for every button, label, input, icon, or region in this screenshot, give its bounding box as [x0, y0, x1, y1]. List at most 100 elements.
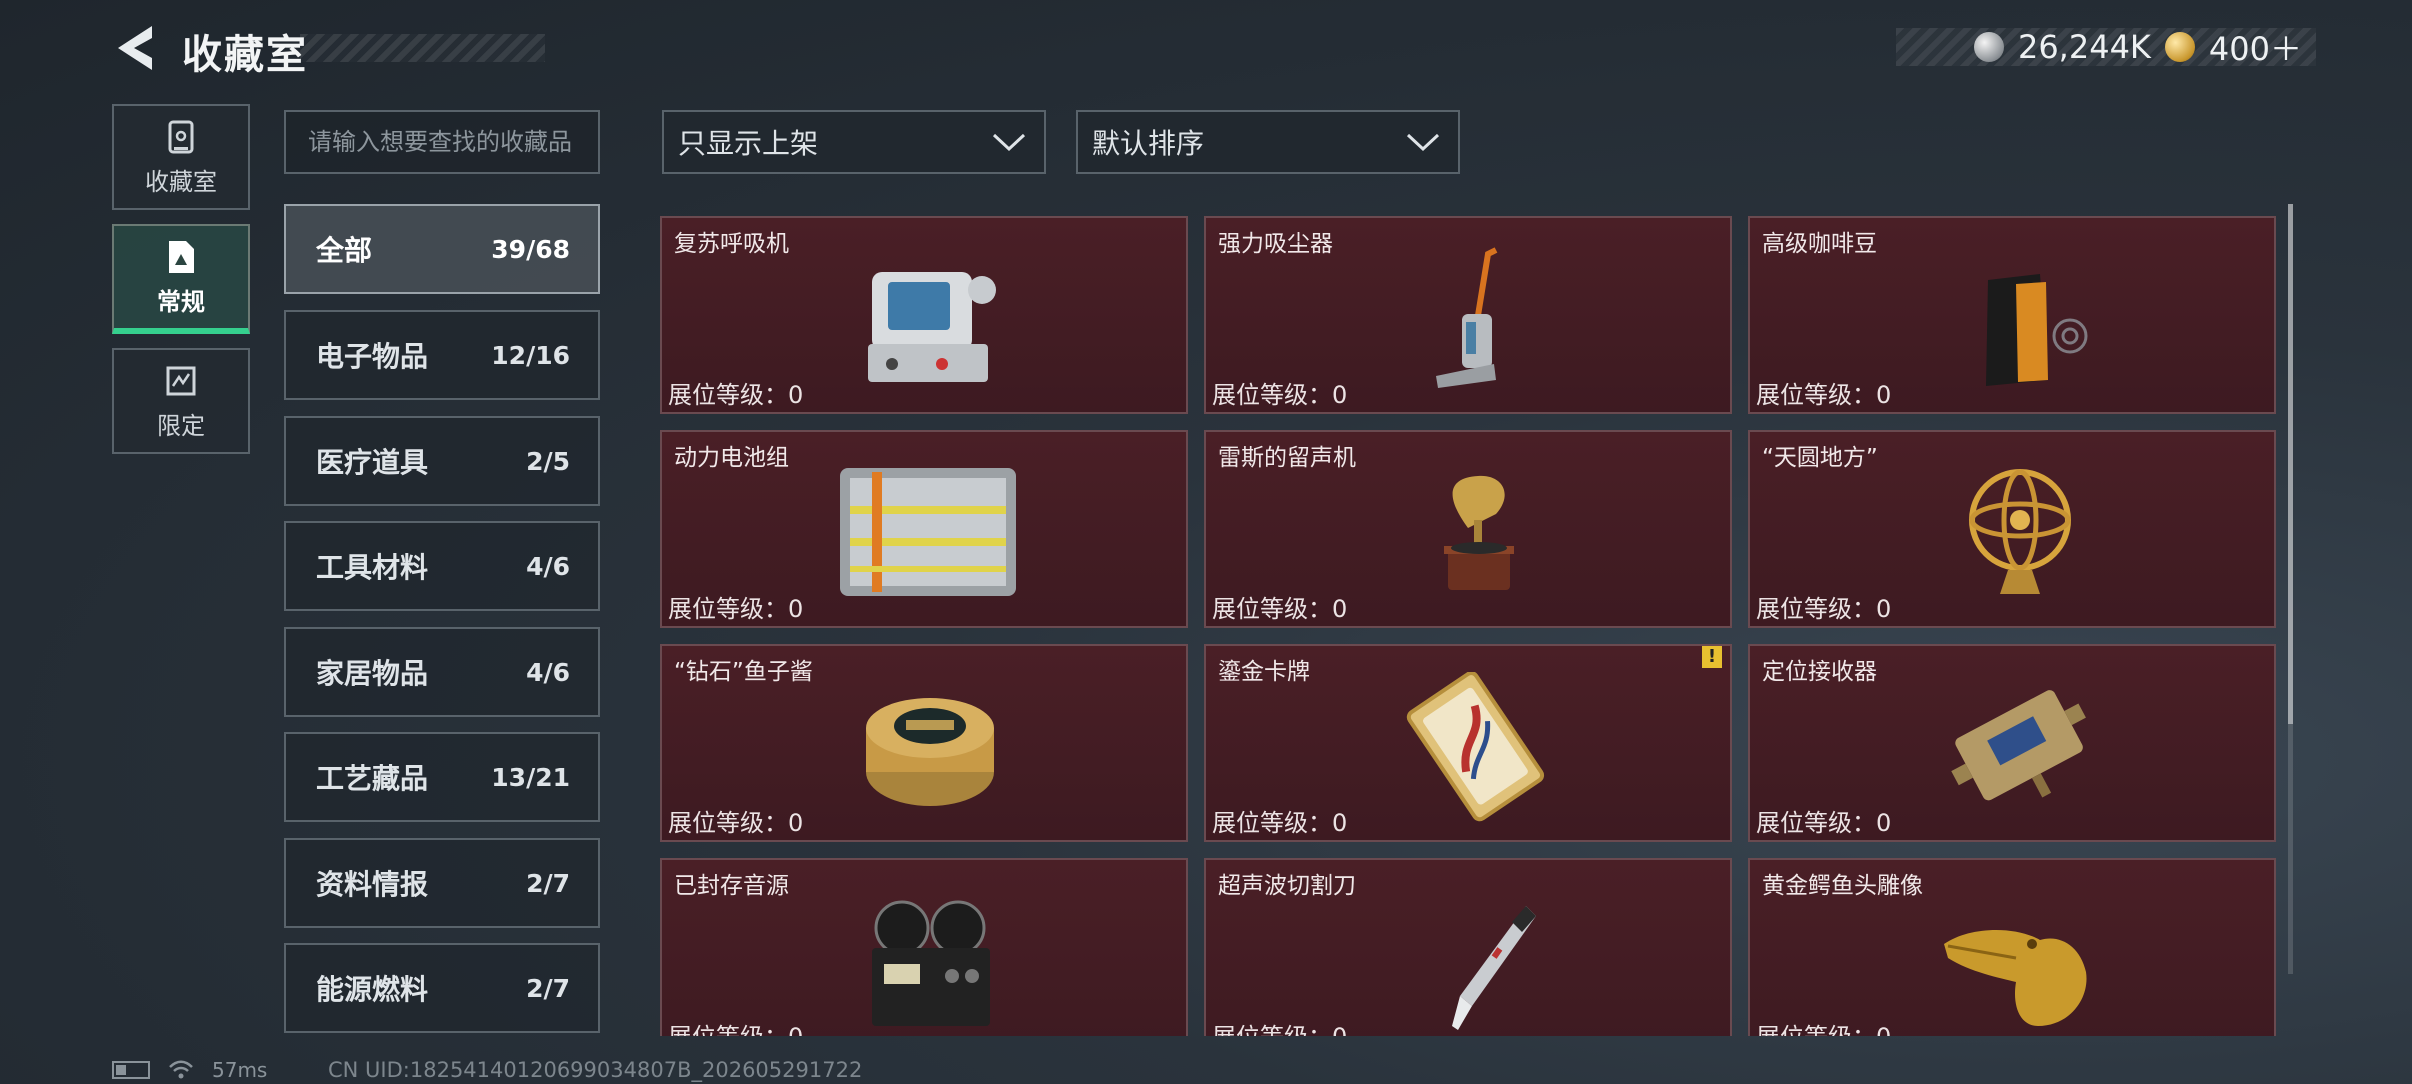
- collection-grid: 复苏呼吸机 展位等级：0 强力吸尘器 展位等级：0 高级咖啡豆 展位等级：0 动…: [660, 216, 2276, 1036]
- coffee-bag-icon: [1986, 274, 2088, 386]
- page-title: 收藏室: [182, 32, 308, 78]
- item-name: 黄金鳄鱼头雕像: [1762, 873, 1923, 899]
- gilded-card-icon: [1406, 672, 1545, 822]
- collection-card[interactable]: 超声波切割刀 展位等级：0: [1204, 858, 1732, 1036]
- scrollbar-thumb[interactable]: [2288, 204, 2293, 724]
- category-all[interactable]: 全部 39/68: [284, 204, 600, 294]
- crocodile-statue-icon: [1944, 929, 2087, 1026]
- booth-level: 展位等级：0: [668, 1017, 803, 1036]
- silver-amount: 26,244K: [2017, 28, 2151, 66]
- ping-value: 57ms: [212, 1058, 268, 1082]
- category-name: 医疗道具: [316, 446, 429, 479]
- category-electronics[interactable]: 电子物品 12/16: [284, 310, 600, 400]
- gold-amount[interactable]: 400＋: [2209, 24, 2302, 70]
- grid-scrollbar[interactable]: [2288, 204, 2293, 974]
- category-name: 资料情报: [316, 868, 429, 901]
- booth-level: 展位等级：0: [1212, 381, 1348, 409]
- limited-icon: [166, 366, 196, 395]
- vacuum-cleaner-icon: [1436, 247, 1498, 388]
- nav-collection-room[interactable]: 收藏室: [112, 104, 250, 210]
- item-name: 超声波切割刀: [1218, 873, 1356, 899]
- item-name: 强力吸尘器: [1218, 231, 1333, 257]
- category-name: 工具材料: [316, 551, 429, 584]
- category-count: 12/16: [491, 340, 570, 370]
- currency-display: 26,244K 400＋: [1896, 28, 2316, 68]
- booth-level: 展位等级：0: [1756, 595, 1892, 623]
- wifi-icon: [169, 1060, 193, 1079]
- category-name: 工艺藏品: [316, 762, 429, 795]
- item-name: 定位接收器: [1762, 659, 1877, 685]
- back-arrow-icon[interactable]: [112, 22, 158, 74]
- silver-coin-icon: [1973, 32, 2004, 62]
- item-name: “钻石”鱼子酱: [674, 659, 813, 685]
- nav-label: 限定: [157, 411, 205, 440]
- category-tools[interactable]: 工具材料 4/6: [284, 521, 600, 611]
- category-intel[interactable]: 资料情报 2/7: [284, 838, 600, 928]
- receiver-icon: [1951, 690, 2086, 801]
- category-medical[interactable]: 医疗道具 2/5: [284, 416, 600, 506]
- title-decoration: [300, 34, 545, 62]
- booth-level: 展位等级：0: [668, 809, 804, 837]
- collection-card[interactable]: “钻石”鱼子酱 展位等级：0: [660, 644, 1188, 842]
- top-bar: 收藏室 26,244K 400＋: [0, 0, 2412, 100]
- battery-pack-icon: [840, 468, 1016, 596]
- category-energy[interactable]: 能源燃料 2/7: [284, 943, 600, 1033]
- nav-limited[interactable]: 限定: [112, 348, 250, 454]
- gramophone-icon: [1444, 475, 1514, 590]
- booth-level: 展位等级：0: [1756, 381, 1892, 409]
- booth-level: 展位等级：0: [668, 595, 804, 623]
- sort-value: 默认排序: [1092, 127, 1205, 160]
- item-name: 复苏呼吸机: [674, 231, 789, 257]
- item-name: 高级咖啡豆: [1762, 231, 1877, 257]
- collection-card[interactable]: 强力吸尘器 展位等级：0: [1204, 216, 1732, 414]
- category-name: 全部: [316, 234, 373, 267]
- category-count: 2/7: [526, 868, 570, 898]
- nav-regular[interactable]: 常规: [112, 224, 250, 334]
- booth-level: 展位等级：0: [1212, 809, 1348, 837]
- collection-card[interactable]: 复苏呼吸机 展位等级：0: [660, 216, 1188, 414]
- chevron-down-icon: [1406, 133, 1440, 152]
- status-bar: 57ms: [112, 1058, 267, 1082]
- caviar-tin-icon: [866, 698, 994, 806]
- category-household[interactable]: 家居物品 4/6: [284, 627, 600, 717]
- item-name: 鎏金卡牌: [1218, 659, 1310, 685]
- uid-text: CN UID:18254140120699034807B_20260529172…: [328, 1058, 863, 1082]
- armillary-sphere-icon: [1969, 469, 2071, 594]
- category-count: 4/6: [526, 551, 570, 581]
- collection-card[interactable]: 定位接收器 展位等级：0: [1748, 644, 2276, 842]
- category-count: 39/68: [491, 234, 570, 264]
- collection-card[interactable]: 已封存音源 展位等级：0: [660, 858, 1188, 1036]
- collection-card[interactable]: 高级咖啡豆 展位等级：0: [1748, 216, 2276, 414]
- item-name: 雷斯的留声机: [1218, 445, 1356, 471]
- category-name: 能源燃料: [316, 973, 429, 1006]
- collection-card[interactable]: 动力电池组 展位等级：0: [660, 430, 1188, 628]
- collection-card[interactable]: 黄金鳄鱼头雕像 展位等级：0: [1748, 858, 2276, 1036]
- collection-card[interactable]: 鎏金卡牌 ! 展位等级：0: [1204, 644, 1732, 842]
- ventilator-icon: [868, 272, 996, 382]
- category-name: 电子物品: [316, 340, 429, 373]
- item-name: “天圆地方”: [1762, 445, 1878, 471]
- gold-coin-icon: [2164, 32, 2195, 62]
- booth-level: 展位等级：0: [1212, 595, 1348, 623]
- collection-card[interactable]: 雷斯的留声机 展位等级：0: [1204, 430, 1732, 628]
- nav-label: 收藏室: [145, 167, 217, 196]
- search-input[interactable]: [284, 110, 600, 174]
- booth-level: 展位等级：0: [1756, 1017, 1891, 1036]
- category-count: 4/6: [526, 657, 570, 687]
- collection-room-icon: [168, 120, 194, 153]
- item-name: 动力电池组: [674, 445, 789, 471]
- booth-level: 展位等级：0: [1212, 1017, 1347, 1036]
- category-count: 2/7: [526, 973, 570, 1003]
- booth-level: 展位等级：0: [668, 381, 804, 409]
- regular-icon: [169, 240, 194, 273]
- collection-card[interactable]: “天圆地方” 展位等级：0: [1748, 430, 2276, 628]
- warning-icon: !: [1702, 646, 1722, 668]
- sort-dropdown[interactable]: 默认排序: [1076, 110, 1460, 174]
- battery-icon: [112, 1061, 150, 1079]
- display-filter-dropdown[interactable]: 只显示上架: [662, 110, 1046, 174]
- chevron-down-icon: [992, 133, 1026, 152]
- reel-recorder-icon: [872, 900, 990, 1026]
- category-crafts[interactable]: 工艺藏品 13/21: [284, 732, 600, 822]
- display-filter-value: 只显示上架: [678, 127, 819, 160]
- category-count: 2/5: [526, 446, 570, 476]
